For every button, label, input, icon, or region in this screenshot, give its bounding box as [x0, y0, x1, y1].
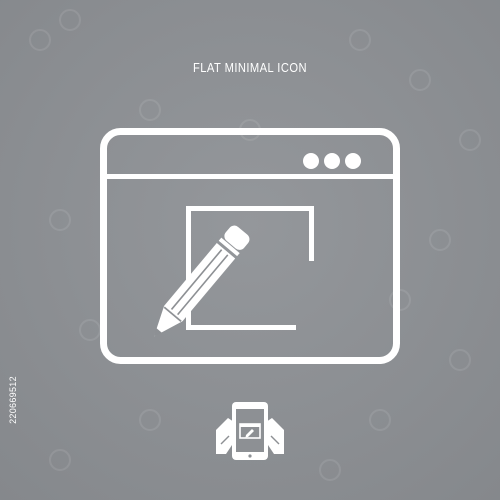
window-dot-2: [324, 153, 340, 169]
window-dot-3: [345, 153, 361, 169]
right-hand: [266, 418, 284, 454]
image-id-text: 220669512: [8, 376, 18, 424]
page-title: FLAT MINIMAL ICON: [193, 60, 307, 75]
image-id-label: 220669512: [6, 300, 20, 500]
window-dot-1: [303, 153, 319, 169]
icon-canvas: FLAT MINIMAL ICON 220669512: [0, 0, 500, 500]
browser-window-edit-icon: [100, 128, 400, 364]
left-hand: [216, 418, 234, 454]
window-control-dots: [303, 153, 361, 169]
tablet-hands-icon: [216, 402, 284, 460]
